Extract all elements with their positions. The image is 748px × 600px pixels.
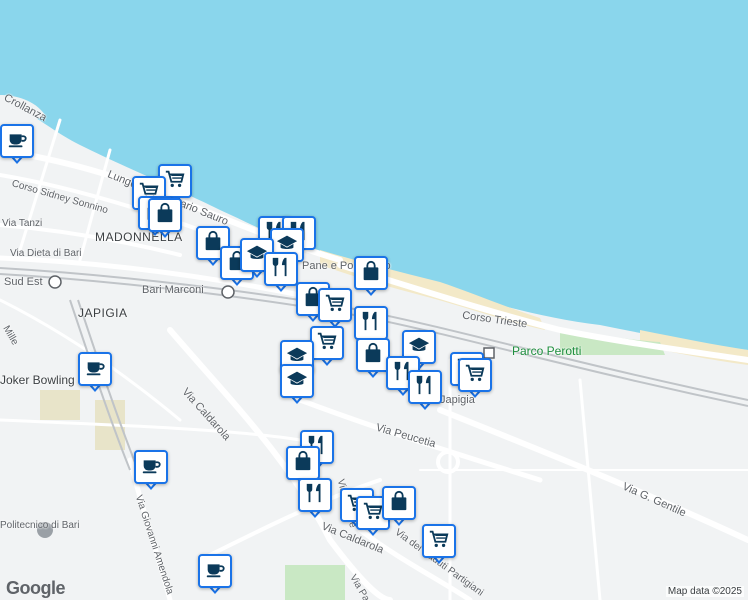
shopping-marker[interactable] bbox=[148, 198, 182, 240]
road-vert-2 bbox=[578, 378, 602, 600]
cafe-icon bbox=[6, 128, 28, 155]
label-politecnico: Politecnico di Bari bbox=[0, 520, 80, 531]
shopping-icon bbox=[292, 450, 314, 477]
label-perotti: Parco Perotti bbox=[512, 344, 582, 358]
label-bowling: Joker Bowling bbox=[0, 373, 75, 387]
school-marker[interactable] bbox=[280, 364, 314, 406]
restaurant-icon bbox=[270, 256, 292, 283]
cafe-icon bbox=[204, 558, 226, 585]
cafe-marker[interactable] bbox=[134, 450, 168, 492]
park-south bbox=[285, 565, 345, 600]
grocery-marker[interactable] bbox=[310, 326, 344, 368]
grocery-marker[interactable] bbox=[458, 358, 492, 400]
restaurant-marker[interactable] bbox=[264, 252, 298, 294]
label-tanzi: Via Tanzi bbox=[2, 218, 43, 229]
cafe-icon bbox=[84, 356, 106, 383]
grocery-icon bbox=[316, 330, 338, 357]
restaurant-marker[interactable] bbox=[298, 478, 332, 520]
shopping-icon bbox=[362, 342, 384, 369]
label-dieta: Via Dieta di Bari bbox=[10, 248, 82, 259]
restaurant-marker[interactable] bbox=[408, 370, 442, 412]
grocery-icon bbox=[428, 528, 450, 555]
restaurant-icon bbox=[304, 482, 326, 509]
restaurant-icon bbox=[360, 310, 382, 337]
grocery-marker[interactable] bbox=[422, 524, 456, 566]
shopping-marker[interactable] bbox=[382, 486, 416, 528]
shopping-icon bbox=[388, 490, 410, 517]
grocery-icon bbox=[164, 168, 186, 195]
shopping-icon bbox=[154, 202, 176, 229]
cafe-marker[interactable] bbox=[198, 554, 232, 596]
grocery-icon bbox=[464, 362, 486, 389]
park-tile-1 bbox=[40, 390, 80, 420]
google-logo: Google bbox=[6, 578, 66, 598]
shopping-marker[interactable] bbox=[354, 256, 388, 298]
map-attribution[interactable]: Map data ©2025 bbox=[665, 586, 744, 597]
label-marconi: Bari Marconi bbox=[142, 284, 204, 296]
shopping-marker[interactable] bbox=[356, 338, 390, 380]
cafe-icon bbox=[140, 454, 162, 481]
label-japigia: JAPIGIA bbox=[78, 306, 128, 320]
restaurant-icon bbox=[414, 374, 436, 401]
cafe-marker[interactable] bbox=[78, 352, 112, 394]
school-icon bbox=[286, 368, 308, 395]
grocery-marker[interactable] bbox=[318, 288, 352, 330]
map-canvas[interactable]: Crollanza Lungomare Nazario Sauro Corso … bbox=[0, 0, 748, 600]
label-sudest: Sud Est bbox=[4, 276, 43, 288]
grocery-icon bbox=[324, 292, 346, 319]
grocery-icon bbox=[362, 500, 384, 527]
shopping-icon bbox=[360, 260, 382, 287]
cafe-marker[interactable] bbox=[0, 124, 34, 166]
